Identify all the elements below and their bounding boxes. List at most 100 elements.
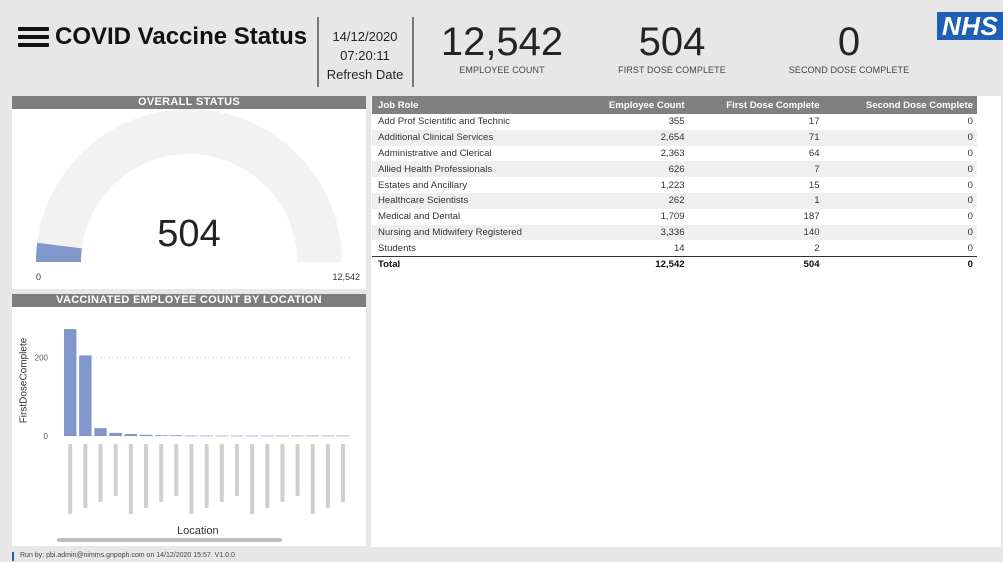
gauge-min-label: 0 xyxy=(36,272,42,282)
overall-status-panel[interactable]: OVERALL STATUS 504 0 12,542 xyxy=(12,96,366,289)
job-role-cell: Estates and Ancillary xyxy=(378,179,468,191)
x-tick-label-blurred xyxy=(310,444,315,514)
employee-count-cell: 626 xyxy=(577,161,689,178)
column-header-first-dose[interactable]: First Dose Complete xyxy=(688,96,824,114)
column-header-second-dose[interactable]: Second Dose Complete xyxy=(823,96,977,114)
x-tick-label-blurred xyxy=(295,444,300,496)
x-tick-label-blurred xyxy=(174,444,179,496)
nhs-logo: NHS xyxy=(937,12,1003,40)
location-bar[interactable] xyxy=(245,435,259,437)
overall-status-title: OVERALL STATUS xyxy=(12,96,366,109)
total-first-dose: 504 xyxy=(688,255,824,272)
location-bar[interactable] xyxy=(64,329,77,436)
first-dose-cell: 64 xyxy=(808,147,820,159)
column-header-job-role[interactable]: Job Role xyxy=(372,96,578,114)
table-row[interactable]: Additional Clinical Services 2,654 71 0 xyxy=(372,129,977,146)
table-row[interactable]: Healthcare Scientists 262 1 0 xyxy=(372,192,977,209)
first-dose-cell: 71 xyxy=(688,129,824,146)
first-dose-cell: 7 xyxy=(688,161,824,178)
location-bar[interactable] xyxy=(170,435,183,436)
second-dose-cell: 0 xyxy=(967,179,973,191)
second-dose-card: 0 SECOND DOSE COMPLETE xyxy=(769,19,929,75)
location-chart-panel[interactable]: VACCINATED EMPLOYEE COUNT BY LOCATION 20… xyxy=(12,294,366,546)
table-row[interactable]: Administrative and Clerical 2,363 64 0 xyxy=(372,146,977,162)
job-role-cell: Allied Health Professionals xyxy=(372,161,578,178)
location-bar[interactable] xyxy=(215,435,229,437)
employee-count-cell: 1,709 xyxy=(660,211,685,223)
employee-count-caption: EMPLOYEE COUNT xyxy=(459,65,545,75)
location-bar[interactable] xyxy=(261,435,274,437)
total-second-dose: 0 xyxy=(823,255,977,272)
employee-count-value: 12,542 xyxy=(440,20,564,64)
gauge-max-label: 12,542 xyxy=(332,272,360,282)
second-dose-cell: 0 xyxy=(823,192,977,209)
x-tick-label-blurred xyxy=(204,444,209,508)
job-role-cell: Add Prof Scientific and Technic xyxy=(378,116,511,128)
refresh-date-card: 14/12/2020 07:20:11 Refresh Date xyxy=(321,27,409,84)
job-role-table-panel[interactable]: Job Role Employee Count First Dose Compl… xyxy=(371,96,1001,547)
x-tick-label-blurred xyxy=(280,444,285,502)
gauge-value: 504 xyxy=(157,213,221,255)
refresh-time: 07:20:11 xyxy=(340,48,390,63)
job-role-cell: Nursing and Midwifery Registered xyxy=(372,224,578,241)
employee-count-card: 12,542 EMPLOYEE COUNT xyxy=(427,19,577,75)
location-bar[interactable] xyxy=(321,435,335,437)
x-tick-label-blurred xyxy=(250,444,255,514)
employee-count-cell: 3,336 xyxy=(577,224,689,241)
refresh-date: 14/12/2020 xyxy=(332,29,398,44)
report-header: COVID Vaccine Status 14/12/2020 07:20:11… xyxy=(9,9,1003,94)
table-row[interactable]: Nursing and Midwifery Registered 3,336 1… xyxy=(372,224,977,241)
location-bar[interactable] xyxy=(291,435,304,437)
location-bar[interactable] xyxy=(94,428,107,436)
x-tick-label-blurred xyxy=(219,444,224,502)
table-row[interactable]: Medical and Dental 1,709 187 0 xyxy=(372,209,977,225)
table-header-row: Job Role Employee Count First Dose Compl… xyxy=(372,96,977,114)
second-dose-value: 0 xyxy=(837,20,861,64)
table-row[interactable]: Add Prof Scientific and Technic 355 17 0 xyxy=(372,114,977,130)
first-dose-card: 504 FIRST DOSE COMPLETE xyxy=(597,19,747,75)
total-label: Total xyxy=(372,255,578,272)
table-row[interactable]: Students 14 2 0 xyxy=(372,240,977,256)
first-dose-cell: 15 xyxy=(808,179,820,191)
location-bar[interactable] xyxy=(306,435,319,437)
first-dose-cell: 17 xyxy=(808,116,820,128)
job-role-cell: Medical and Dental xyxy=(378,211,461,223)
employee-count-cell: 2,654 xyxy=(577,129,689,146)
header-divider xyxy=(317,17,319,87)
employee-count-cell: 355 xyxy=(668,116,685,128)
footer-accent xyxy=(12,552,14,561)
hamburger-menu-icon[interactable] xyxy=(18,27,49,47)
location-bar[interactable] xyxy=(200,435,213,437)
location-bar[interactable] xyxy=(276,435,289,437)
location-bar-chart: 2000 xyxy=(35,329,352,514)
job-role-cell: Additional Clinical Services xyxy=(372,129,578,146)
x-tick-label-blurred xyxy=(325,444,330,508)
x-tick-label-blurred xyxy=(144,444,149,508)
location-bar[interactable] xyxy=(109,432,122,436)
y-tick-label: 200 xyxy=(35,353,49,362)
location-bar[interactable] xyxy=(139,434,153,436)
second-dose-cell: 0 xyxy=(967,211,973,223)
employee-count-cell: 2,363 xyxy=(660,147,685,159)
location-bar[interactable] xyxy=(154,435,168,436)
second-dose-cell: 0 xyxy=(823,224,977,241)
x-tick-label-blurred xyxy=(83,444,88,508)
x-tick-label-blurred xyxy=(128,444,133,514)
x-tick-label-blurred xyxy=(341,444,346,502)
second-dose-cell: 0 xyxy=(823,161,977,178)
footer-run-info: Run by: pbi.admin@nimms.gnpoph.com on 14… xyxy=(20,552,235,559)
location-bar[interactable] xyxy=(336,435,350,437)
first-dose-cell: 2 xyxy=(814,242,820,254)
location-bar[interactable] xyxy=(124,434,138,436)
refresh-label: Refresh Date xyxy=(326,67,404,82)
location-bar[interactable] xyxy=(79,355,92,436)
chart-horizontal-scrollbar[interactable] xyxy=(57,538,282,542)
second-dose-cell: 0 xyxy=(967,242,973,254)
x-tick-label-blurred xyxy=(265,444,270,508)
table-row[interactable]: Allied Health Professionals 626 7 0 xyxy=(372,161,977,178)
table-row[interactable]: Estates and Ancillary 1,223 15 0 xyxy=(372,177,977,193)
location-bar[interactable] xyxy=(230,435,244,437)
location-bar[interactable] xyxy=(185,435,198,437)
column-header-employee-count[interactable]: Employee Count xyxy=(577,96,689,114)
employee-count-cell: 1,223 xyxy=(660,179,685,191)
